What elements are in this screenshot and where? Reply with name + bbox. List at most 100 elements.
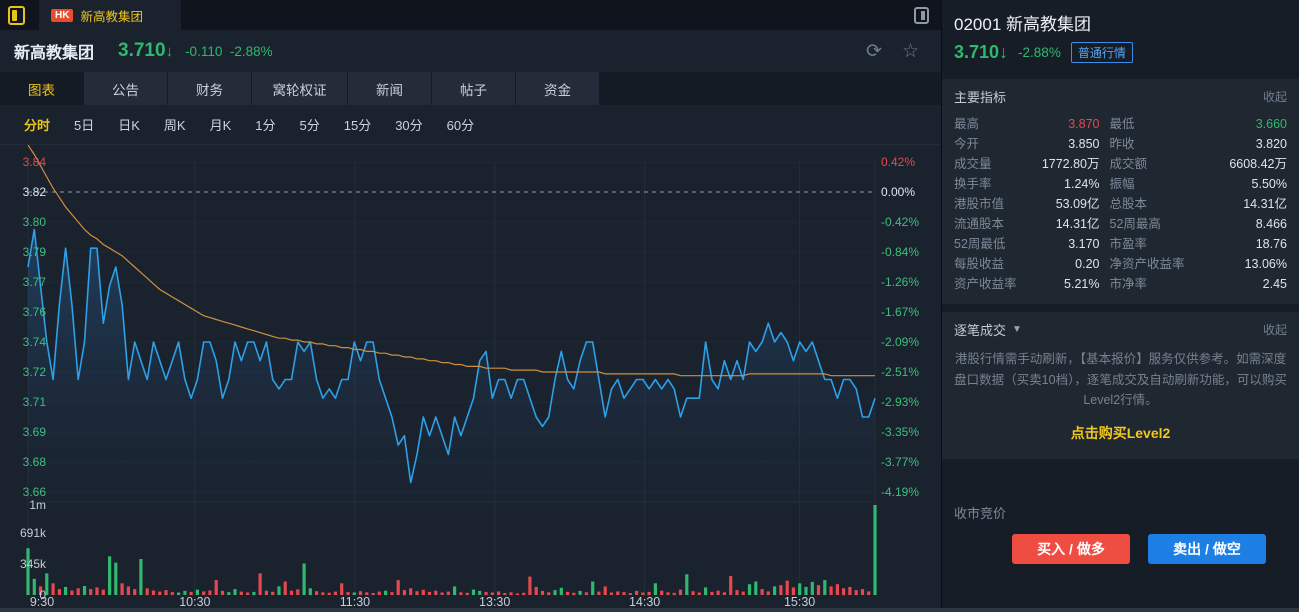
main-tab-4[interactable]: 新闻 — [348, 72, 432, 105]
volume-bar — [817, 585, 820, 595]
timeshare-chart[interactable]: 3.843.823.803.793.773.763.743.723.713.69… — [0, 145, 941, 612]
right-panel-toggle-icon[interactable] — [914, 7, 929, 24]
stock-header: 新高教集团 3.710↓ -0.110 -2.88% ⟳ ☆ — [0, 30, 941, 72]
volume-bar — [227, 592, 230, 595]
main-tab-3[interactable]: 窝轮权证 — [252, 72, 348, 105]
volume-bar — [146, 588, 149, 595]
period-tab-5[interactable]: 1分 — [255, 115, 275, 134]
percent-axis-label: -0.84% — [881, 245, 919, 259]
volume-bar — [171, 592, 174, 595]
main-tab-5[interactable]: 帖子 — [432, 72, 516, 105]
indicator-label: 今开 — [954, 134, 1026, 154]
chevron-down-icon[interactable]: ▼ — [1012, 324, 1022, 335]
main-tab-bar: 图表公告财务窝轮权证新闻帖子资金 — [0, 72, 941, 105]
main-tab-2[interactable]: 财务 — [168, 72, 252, 105]
volume-bar — [127, 586, 130, 595]
price-axis-label: 3.77 — [23, 275, 47, 289]
volume-bar — [121, 583, 124, 595]
main-tab-0[interactable]: 图表 — [0, 72, 84, 105]
period-tab-3[interactable]: 周K — [164, 115, 186, 134]
volume-bar — [604, 586, 607, 595]
percent-axis-label: -2.93% — [881, 395, 919, 409]
percent-axis-label: 0.00% — [881, 185, 915, 199]
volume-bar — [535, 587, 538, 595]
indicator-label: 成交量 — [954, 154, 1026, 174]
indicator-label: 流通股本 — [954, 214, 1026, 234]
volume-bar — [654, 583, 657, 595]
volume-bar — [89, 589, 92, 595]
volume-bar — [616, 591, 619, 595]
trade-buttons: 买入 / 做多 卖出 / 做空 — [1012, 534, 1299, 564]
volume-axis-label: 691k — [20, 526, 47, 540]
quote-code-title: 02001 新高教集团 — [954, 10, 1287, 35]
sidebar-toggle-icon[interactable] — [8, 6, 25, 25]
volume-bar — [221, 591, 224, 595]
indicator-label: 每股收益 — [954, 254, 1026, 274]
sell-short-button[interactable]: 卖出 / 做空 — [1148, 534, 1266, 564]
indicator-value: 1.24% — [1026, 174, 1110, 194]
chart-canvas[interactable]: 3.843.823.803.793.773.763.743.723.713.69… — [0, 145, 941, 612]
volume-axis-label: 1m — [29, 498, 46, 512]
period-tab-6[interactable]: 5分 — [300, 115, 320, 134]
indicators-table: 最高3.870最低3.660今开3.850昨收3.820成交量1772.80万成… — [954, 114, 1287, 294]
quote-level-badge[interactable]: 普通行情 — [1071, 42, 1133, 63]
volume-bar — [434, 591, 437, 595]
period-tab-1[interactable]: 5日 — [74, 115, 94, 134]
volume-bar — [215, 580, 218, 595]
volume-bar — [403, 590, 406, 595]
volume-bar — [284, 582, 287, 596]
average-price-line — [28, 145, 875, 376]
period-tab-8[interactable]: 30分 — [395, 115, 422, 134]
volume-bar — [328, 593, 331, 595]
volume-bar — [296, 589, 299, 595]
price-axis-label: 3.79 — [23, 245, 47, 259]
main-tab-6[interactable]: 资金 — [516, 72, 600, 105]
volume-bar — [277, 586, 280, 595]
volume-bar — [572, 593, 575, 595]
buy-long-button[interactable]: 买入 / 做多 — [1012, 534, 1130, 564]
period-tab-0[interactable]: 分时 — [24, 115, 50, 134]
indicator-value: 0.20 — [1026, 254, 1110, 274]
volume-bar — [315, 591, 318, 595]
volume-bar — [597, 592, 600, 595]
indicator-label: 成交额 — [1110, 154, 1204, 174]
indicators-collapse-button[interactable]: 收起 — [1263, 88, 1287, 105]
main-tab-1[interactable]: 公告 — [84, 72, 168, 105]
indicator-label: 市净率 — [1110, 274, 1204, 294]
time-axis-label: 15:30 — [784, 595, 815, 609]
volume-bar — [108, 556, 111, 595]
price-axis-label: 3.71 — [23, 395, 47, 409]
period-tab-4[interactable]: 月K — [210, 115, 232, 134]
volume-bar — [698, 593, 701, 596]
tick-trades-collapse-button[interactable]: 收起 — [1263, 321, 1287, 338]
volume-bar — [673, 593, 676, 595]
indicator-value: 3.870 — [1026, 114, 1110, 134]
volume-bar — [792, 587, 795, 595]
volume-bar — [290, 591, 293, 595]
percent-axis-label: -2.51% — [881, 365, 919, 379]
volume-bar — [133, 589, 136, 595]
close-auction-label: 收市竞价 — [942, 503, 1299, 522]
indicator-label: 52周最高 — [1110, 214, 1204, 234]
time-axis-label: 11:30 — [340, 595, 370, 609]
period-tab-bar: 分时 5日 日K 周K 月K 1分 5分 15分 30分 60分 — [0, 105, 941, 145]
period-tab-2[interactable]: 日K — [118, 115, 140, 134]
period-tab-7[interactable]: 15分 — [344, 115, 371, 134]
indicator-value: 13.06% — [1204, 254, 1288, 274]
indicator-label: 最低 — [1110, 114, 1204, 134]
price-axis-label: 3.69 — [23, 425, 47, 439]
volume-bar — [428, 592, 431, 595]
period-tab-9[interactable]: 60分 — [447, 115, 474, 134]
favorite-star-icon[interactable]: ☆ — [902, 42, 919, 61]
indicator-value: 5.21% — [1026, 274, 1110, 294]
volume-bar — [309, 588, 312, 595]
indicator-value: 14.31亿 — [1204, 194, 1288, 214]
volume-bar — [591, 582, 594, 596]
refresh-icon[interactable]: ⟳ — [866, 42, 882, 61]
buy-level2-link[interactable]: 点击购买Level2 — [954, 423, 1287, 443]
volume-bar — [553, 590, 556, 595]
indicator-label: 振幅 — [1110, 174, 1204, 194]
volume-bar — [384, 591, 387, 595]
indicator-value: 2.45 — [1204, 274, 1288, 294]
window-tab[interactable]: HK 新高教集团 — [39, 0, 181, 30]
